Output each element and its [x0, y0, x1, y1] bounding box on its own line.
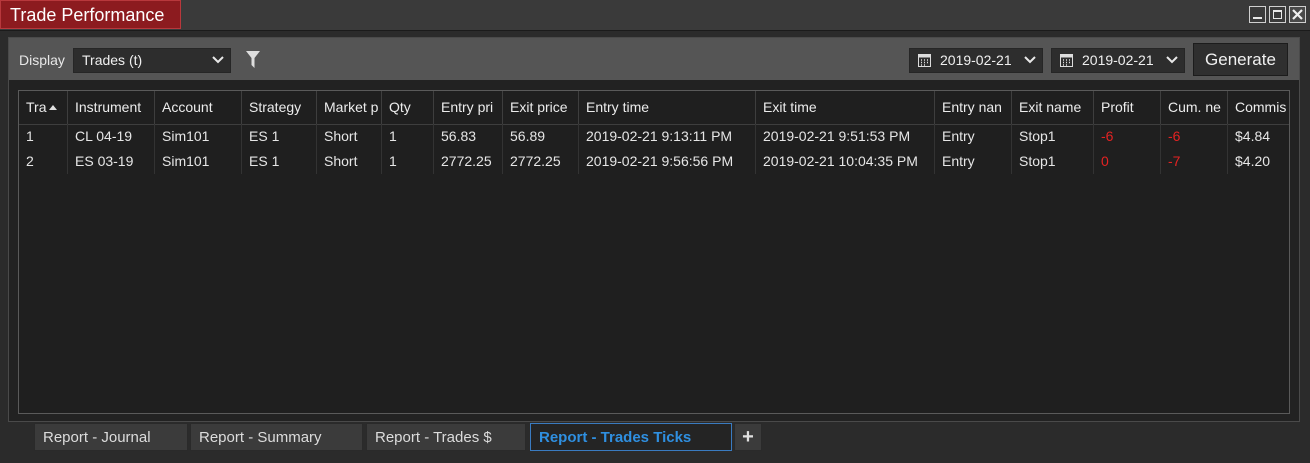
- column-header-profit[interactable]: Profit: [1094, 91, 1161, 124]
- window-close-icon[interactable]: [1289, 6, 1306, 23]
- date-to-value: 2019-02-21: [1082, 52, 1154, 68]
- chevron-down-icon: [212, 56, 224, 64]
- cell-trade-number: 1: [19, 124, 68, 149]
- column-header-qty[interactable]: Qty: [382, 91, 434, 124]
- cell-market-position: Short: [317, 149, 382, 174]
- cell-cum-net-profit: -7: [1161, 149, 1228, 174]
- column-header-entry-price[interactable]: Entry pri: [434, 91, 503, 124]
- date-to-select[interactable]: 2019-02-21: [1051, 48, 1185, 73]
- cell-entry-time: 2019-02-21 9:56:56 PM: [579, 149, 756, 174]
- table-row[interactable]: 2 ES 03-19 Sim101 ES 1 Short 1 2772.25 2…: [19, 149, 1289, 174]
- cell-profit: 0: [1094, 149, 1161, 174]
- cell-instrument: CL 04-19: [68, 124, 155, 149]
- column-header-exit-time[interactable]: Exit time: [756, 91, 935, 124]
- column-header-entry-name[interactable]: Entry nan: [935, 91, 1012, 124]
- cell-qty: 1: [382, 124, 434, 149]
- window-controls: [1249, 6, 1306, 23]
- filter-icon[interactable]: [246, 51, 260, 69]
- column-header-exit-name[interactable]: Exit name: [1012, 91, 1094, 124]
- cell-exit-name: Stop1: [1012, 149, 1094, 174]
- trades-grid: Tra Instrument Account Strategy Market p…: [18, 90, 1290, 414]
- calendar-icon: [1060, 54, 1073, 67]
- cell-commission: $4.84: [1235, 128, 1271, 144]
- display-select[interactable]: Trades (t): [73, 48, 231, 73]
- cell-entry-name: Entry: [935, 124, 1012, 149]
- report-panel: Display Trades (t) 2019-02-21 2019-02-21…: [8, 37, 1300, 422]
- cell-entry-price: 56.83: [434, 124, 503, 149]
- column-header-market-position[interactable]: Market p: [317, 91, 382, 124]
- column-header-instrument[interactable]: Instrument: [68, 91, 155, 124]
- generate-button[interactable]: Generate: [1193, 43, 1288, 76]
- column-header-account[interactable]: Account: [155, 91, 242, 124]
- tab-report-journal[interactable]: Report - Journal: [34, 423, 188, 451]
- cell-entry-price: 2772.25: [434, 149, 503, 174]
- tab-report-trades-dollar[interactable]: Report - Trades $: [366, 423, 526, 451]
- table-row[interactable]: 1 CL 04-19 Sim101 ES 1 Short 1 56.83 56.…: [19, 124, 1289, 149]
- cell-strategy: ES 1: [242, 149, 317, 174]
- cell-profit: -6: [1094, 124, 1161, 149]
- chevron-down-icon: [1024, 56, 1036, 64]
- cell-entry-name: Entry: [935, 149, 1012, 174]
- cell-exit-price: 2772.25: [503, 149, 579, 174]
- column-header-entry-time[interactable]: Entry time: [579, 91, 756, 124]
- cell-account: Sim101: [155, 124, 242, 149]
- column-header-commission[interactable]: Commis: [1228, 91, 1289, 124]
- cell-entry-time: 2019-02-21 9:13:11 PM: [579, 124, 756, 149]
- display-select-value: Trades (t): [82, 52, 143, 68]
- tab-report-summary[interactable]: Report - Summary: [190, 423, 363, 451]
- cell-account: Sim101: [155, 149, 242, 174]
- title-bar: Trade Performance: [0, 0, 1310, 31]
- window-maximize-icon[interactable]: [1269, 6, 1286, 23]
- column-header-cum-net-profit[interactable]: Cum. ne: [1161, 91, 1228, 124]
- cell-instrument: ES 03-19: [68, 149, 155, 174]
- chevron-down-icon: [1166, 56, 1178, 64]
- column-header-trade[interactable]: Tra: [19, 91, 68, 124]
- cell-exit-time: 2019-02-21 9:51:53 PM: [756, 124, 935, 149]
- tab-report-trades-ticks[interactable]: Report - Trades Ticks: [530, 423, 732, 451]
- window-minimize-icon[interactable]: [1249, 6, 1266, 23]
- window-title: Trade Performance: [0, 0, 181, 29]
- sort-ascending-icon: [49, 105, 58, 110]
- cell-qty: 1: [382, 149, 434, 174]
- date-from-value: 2019-02-21: [940, 52, 1012, 68]
- cell-exit-time: 2019-02-21 10:04:35 PM: [756, 149, 935, 174]
- cell-strategy: ES 1: [242, 124, 317, 149]
- grid-header: Tra Instrument Account Strategy Market p…: [19, 91, 1289, 125]
- cell-commission: $4.20: [1235, 153, 1271, 169]
- date-from-select[interactable]: 2019-02-21: [909, 48, 1043, 73]
- cell-exit-name: Stop1: [1012, 124, 1094, 149]
- column-header-exit-price[interactable]: Exit price: [503, 91, 579, 124]
- add-tab-button[interactable]: +: [734, 423, 762, 451]
- cell-exit-price: 56.89: [503, 124, 579, 149]
- cell-trade-number: 2: [19, 149, 68, 174]
- calendar-icon: [918, 54, 931, 67]
- toolbar: Display Trades (t) 2019-02-21 2019-02-21…: [9, 38, 1299, 80]
- column-header-strategy[interactable]: Strategy: [242, 91, 317, 124]
- display-label: Display: [19, 52, 65, 68]
- cell-market-position: Short: [317, 124, 382, 149]
- cell-cum-net-profit: -6: [1161, 124, 1228, 149]
